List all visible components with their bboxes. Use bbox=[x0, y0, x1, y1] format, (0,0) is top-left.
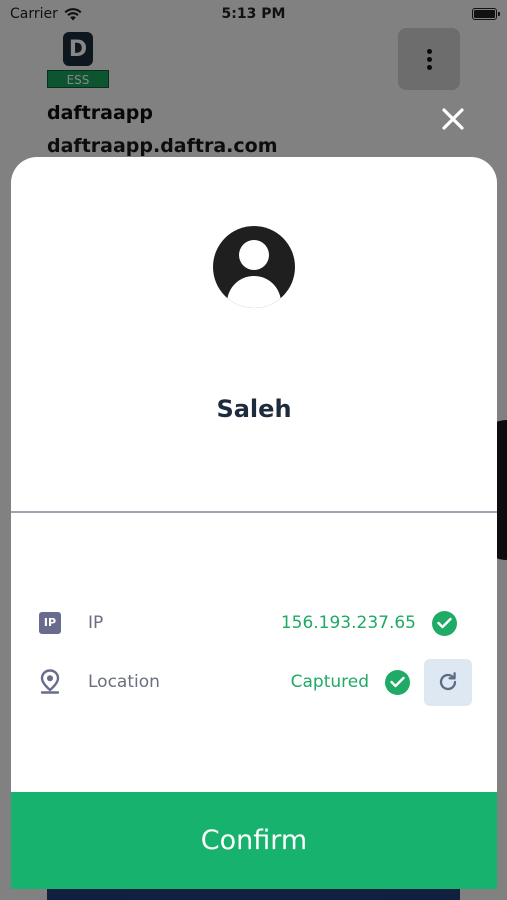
ip-value: 156.193.237.65 bbox=[280, 613, 416, 633]
check-circle-icon bbox=[432, 610, 457, 636]
location-label: Location bbox=[88, 672, 160, 692]
battery-icon bbox=[472, 8, 500, 20]
location-value: Captured bbox=[290, 672, 369, 692]
location-row: Location Captured bbox=[11, 658, 497, 706]
wifi-icon bbox=[64, 7, 82, 20]
status-time: 5:13 PM bbox=[221, 6, 286, 22]
divider bbox=[11, 511, 497, 513]
ip-label: IP bbox=[88, 613, 104, 633]
close-icon[interactable] bbox=[437, 104, 469, 136]
check-circle-icon bbox=[385, 669, 410, 695]
user-avatar-icon bbox=[213, 226, 295, 308]
refresh-icon bbox=[439, 672, 457, 691]
user-name: Saleh bbox=[216, 395, 292, 423]
location-pin-icon bbox=[40, 669, 60, 694]
status-bar: Carrier 5:13 PM bbox=[0, 0, 507, 28]
confirm-button[interactable]: Confirm bbox=[11, 792, 497, 889]
attendance-modal: Saleh IP IP 156.193.237.65 Location Capt… bbox=[11, 157, 497, 889]
ip-row: IP IP 156.193.237.65 bbox=[11, 599, 497, 647]
ip-icon: IP bbox=[39, 612, 61, 634]
carrier-label: Carrier bbox=[10, 6, 58, 22]
refresh-location-button[interactable] bbox=[424, 658, 472, 706]
